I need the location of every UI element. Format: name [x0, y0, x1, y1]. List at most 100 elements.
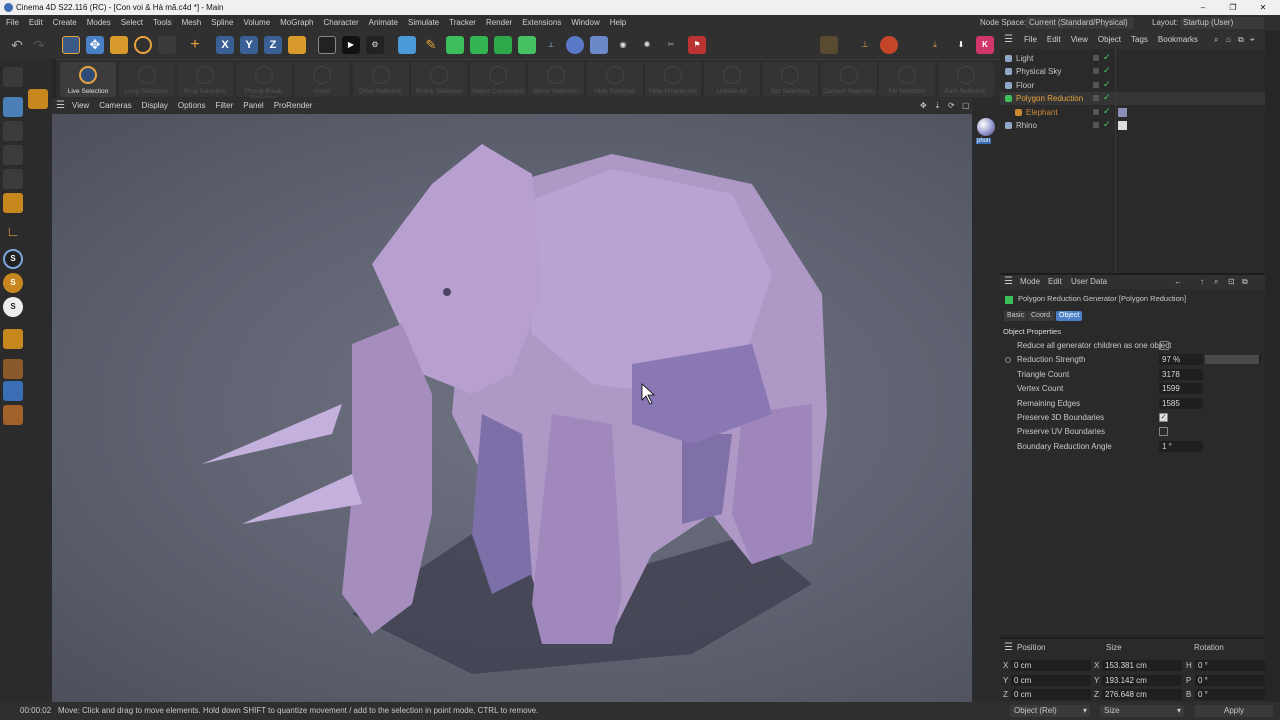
menu-item[interactable]: Animate [369, 15, 398, 31]
undo-icon[interactable]: ↶ [8, 36, 26, 54]
menu-item[interactable]: Help [610, 15, 626, 31]
enabled-check-icon[interactable]: ✓ [1103, 105, 1111, 118]
scale-icon[interactable] [110, 36, 128, 54]
menu-item[interactable]: MoGraph [280, 15, 313, 31]
mode-button[interactable]: Loop Selection [118, 62, 175, 97]
maximize-button[interactable]: ❐ [1226, 0, 1240, 15]
object-menu-item[interactable]: View [1071, 31, 1088, 49]
mode-button[interactable]: Invert [294, 62, 350, 97]
model-mode-icon[interactable] [3, 97, 23, 117]
menu-item[interactable]: Create [53, 15, 77, 31]
object-row[interactable]: Rhino ✓ [1000, 119, 1265, 132]
menu-item[interactable]: Tracker [449, 15, 476, 31]
menu-item[interactable]: Render [486, 15, 512, 31]
polygons-mode-icon[interactable] [3, 193, 23, 213]
home-icon[interactable]: ⌂ [1226, 31, 1231, 49]
object-menu-item[interactable]: Bookmarks [1158, 31, 1198, 49]
menu-item[interactable]: Extensions [522, 15, 561, 31]
points-mode-icon[interactable] [3, 145, 23, 165]
node-space-dropdown[interactable]: Current (Standard/Physical) [1026, 17, 1134, 29]
mode-button[interactable]: Path Selection [937, 62, 994, 97]
rotation-field[interactable]: 0 ° [1195, 674, 1275, 686]
mode-button[interactable]: Select Connected [469, 62, 526, 97]
attribute-value-field[interactable]: 1 ° [1159, 440, 1203, 452]
rigging-icon[interactable]: ⚑ [688, 36, 706, 54]
menu-user-data[interactable]: User Data [1071, 275, 1107, 289]
world-coordinates-icon[interactable] [288, 36, 306, 54]
position-field[interactable]: 0 cm [1011, 689, 1091, 701]
reduce-all-checkbox[interactable] [1160, 341, 1169, 350]
object-menu-item[interactable]: Edit [1047, 31, 1061, 49]
object-menu-item[interactable]: Tags [1131, 31, 1148, 49]
sculpt-icon[interactable]: ✂ [662, 36, 680, 54]
hamburger-icon[interactable]: ☰ [1004, 642, 1013, 653]
viewport-move-icon[interactable]: ✥ [920, 98, 927, 114]
menu-item[interactable]: Select [121, 15, 143, 31]
menu-mode[interactable]: Mode [1020, 275, 1040, 289]
tab-basic[interactable]: Basic [1004, 311, 1028, 321]
mode-button[interactable]: Phong Break Selection [235, 62, 292, 102]
x-axis-icon[interactable]: X [216, 36, 234, 54]
rotate-icon[interactable] [134, 36, 152, 54]
make-editable-icon[interactable] [3, 67, 23, 87]
axis-mode-icon[interactable]: ∟ [3, 221, 23, 241]
menu-item[interactable]: Modes [87, 15, 111, 31]
hamburger-icon[interactable]: ☰ [1004, 275, 1013, 289]
render-settings-icon[interactable]: ⚙ [366, 36, 384, 54]
recent-tool-icon[interactable] [158, 36, 176, 54]
attribute-value-field[interactable]: 3178 [1159, 368, 1203, 380]
mode-button[interactable]: Shrink Selection [411, 62, 467, 97]
snapping-icon[interactable]: S [3, 249, 23, 269]
camera-icon[interactable]: ◉ [614, 36, 632, 54]
pin-icon[interactable]: ⌖ [1250, 31, 1255, 49]
mode-button[interactable]: Set Selection [762, 62, 818, 97]
snap-icon[interactable] [820, 36, 838, 54]
attribute-value-field[interactable]: 97 % [1159, 354, 1203, 366]
object-menu-item[interactable]: Object [1098, 31, 1121, 49]
menu-item[interactable]: Window [571, 15, 599, 31]
cube-icon[interactable] [398, 36, 416, 54]
new-window-icon[interactable]: ⧉ [1238, 31, 1244, 49]
soft-selection-icon[interactable]: S [3, 273, 23, 293]
back-icon[interactable]: ← [1174, 275, 1182, 289]
mode-button[interactable]: Hide Selected [586, 62, 643, 97]
visibility-toggle[interactable] [1093, 68, 1099, 75]
menu-item[interactable]: Edit [29, 15, 43, 31]
visibility-toggle[interactable] [1093, 95, 1099, 102]
reduction-strength-slider[interactable] [1205, 355, 1261, 365]
menu-item[interactable]: Simulate [408, 15, 439, 31]
solo-icon[interactable]: S [3, 297, 23, 317]
search-icon[interactable]: ⌕ [1214, 31, 1218, 49]
viewport-rotate-icon[interactable]: ⟳ [948, 98, 955, 114]
object-row[interactable]: Physical Sky ✓ [1000, 65, 1265, 78]
viewport-menu-item[interactable]: Filter [215, 98, 233, 114]
render-region-icon[interactable] [318, 36, 336, 54]
menu-edit[interactable]: Edit [1048, 275, 1062, 289]
object-row[interactable]: Polygon Reduction ✓ [1000, 91, 1265, 106]
tag-icon[interactable] [1118, 107, 1127, 117]
object-row[interactable]: Elephant ✓ [1000, 106, 1265, 119]
y-axis-icon[interactable]: Y [240, 36, 258, 54]
viewport-menu-item[interactable]: Options [178, 98, 206, 114]
visibility-toggle[interactable] [1093, 108, 1099, 115]
menu-item[interactable]: Tools [153, 15, 172, 31]
extrude-icon[interactable] [470, 36, 488, 54]
menu-item[interactable]: Character [324, 15, 359, 31]
viewport-menu-item[interactable]: View [72, 98, 89, 114]
search-icon[interactable]: ⌕ [1214, 275, 1218, 289]
mode-button[interactable]: Fill Selection [879, 62, 935, 97]
texture-tool-icon[interactable] [3, 359, 23, 379]
menu-item[interactable]: Spline [211, 15, 233, 31]
enabled-check-icon[interactable]: ✓ [1103, 91, 1111, 104]
viewport-menu-item[interactable]: Cameras [99, 98, 131, 114]
coord-mode-dropdown[interactable]: Object (Rel) ▾ [1010, 705, 1090, 717]
position-field[interactable]: 0 cm [1011, 674, 1091, 686]
download-icon[interactable]: ⬇ [952, 36, 970, 54]
workplane-icon[interactable]: ⊥ [856, 36, 874, 54]
mode-button[interactable]: Hide Unselected [645, 62, 701, 97]
hamburger-icon[interactable]: ☰ [1004, 31, 1013, 49]
mode-button[interactable]: Live Selection [60, 62, 116, 97]
viewport-menu-item[interactable]: Display [142, 98, 168, 114]
viewport-menu-item[interactable]: Panel [243, 98, 263, 114]
size-mode-dropdown[interactable]: Size ▾ [1100, 705, 1184, 717]
